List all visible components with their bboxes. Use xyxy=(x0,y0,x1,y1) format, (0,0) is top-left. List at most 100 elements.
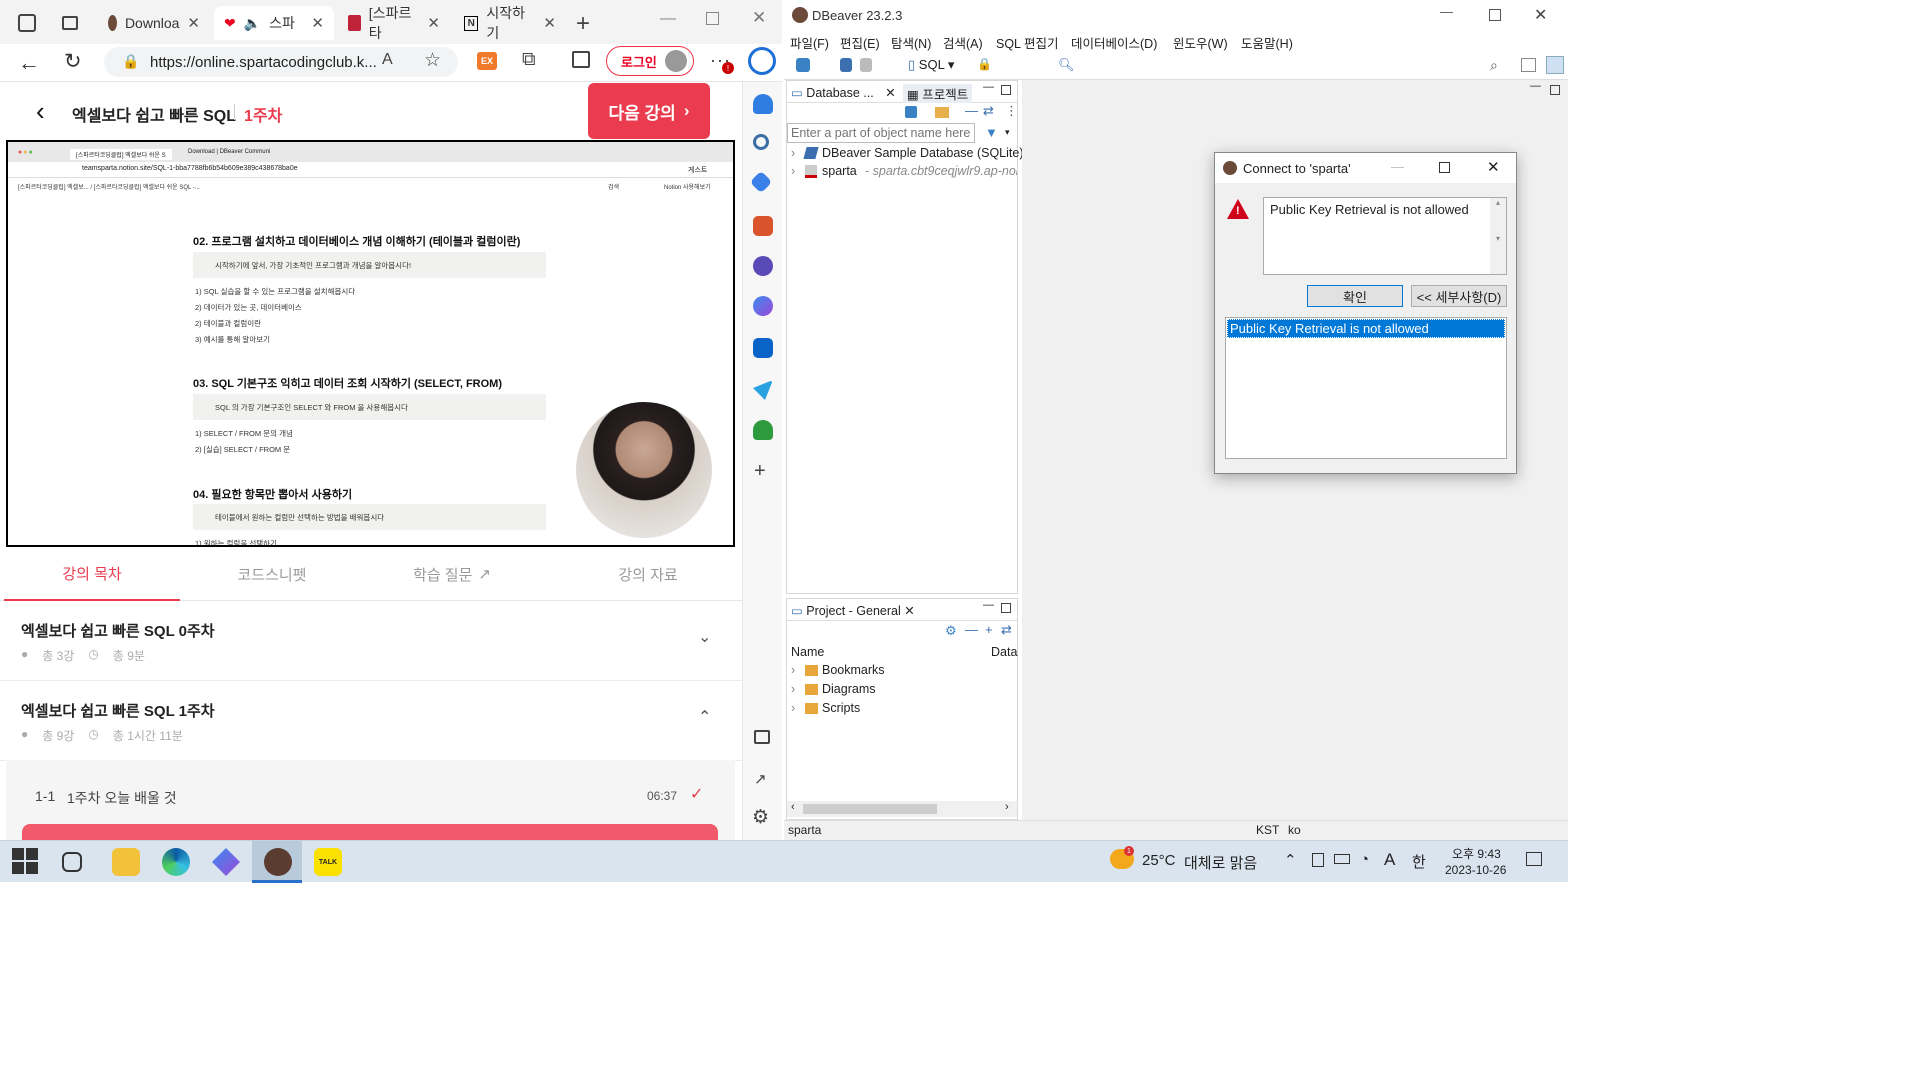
maximize-icon[interactable] xyxy=(1489,9,1501,21)
details-button[interactable]: << 세부사항(D) xyxy=(1411,285,1507,307)
chevron-up-icon[interactable]: ⌃ xyxy=(1284,851,1297,869)
expand-all-icon[interactable]: + xyxy=(985,622,993,637)
menu-help[interactable]: 도움말(H) xyxy=(1241,33,1293,52)
settings-gear-icon[interactable]: ⚙ xyxy=(945,623,957,639)
tab-code-snippets[interactable]: 코드스니펫 xyxy=(184,547,360,601)
start-windows-icon[interactable] xyxy=(12,848,38,874)
shopping-tag-icon[interactable] xyxy=(749,170,773,194)
ok-button[interactable]: 확인 xyxy=(1307,285,1403,307)
send-icon[interactable] xyxy=(753,380,773,400)
tab-materials[interactable]: 강의 자료 xyxy=(560,547,736,601)
message-scrollbar[interactable]: ▴ ▾ xyxy=(1490,198,1506,274)
connect-icon[interactable] xyxy=(840,58,852,72)
maximize-icon[interactable] xyxy=(1439,162,1450,173)
filter-dropdown-icon[interactable]: ▾ xyxy=(1005,127,1010,138)
tab-database-navigator[interactable]: ▭ Database ... ✕ xyxy=(791,85,896,100)
dbeaver-perspective-icon[interactable] xyxy=(1546,56,1564,74)
menu-edit[interactable]: 편집(E) xyxy=(840,33,880,52)
menu-file[interactable]: 파일(F) xyxy=(790,33,829,52)
tab-actions-icon[interactable] xyxy=(62,16,78,30)
toggle-item[interactable]: 2) 테이블과 컬럼이란 xyxy=(195,318,261,329)
tab-project-general[interactable]: ▭ Project - General ✕ xyxy=(791,603,915,618)
maximize-view-icon[interactable] xyxy=(1550,85,1560,95)
toggle-item[interactable]: 2) [실습] SELECT / FROM 문 xyxy=(195,444,290,455)
external-link-icon[interactable]: ↗ xyxy=(754,770,767,788)
menu-window[interactable]: 윈도우(W) xyxy=(1173,33,1228,52)
collapse-icon[interactable]: — xyxy=(965,622,978,637)
error-message-box[interactable]: Public Key Retrieval is not allowed ▴ ▾ xyxy=(1263,197,1507,275)
minimize-view-icon[interactable]: — xyxy=(983,599,994,611)
view-menu-icon[interactable]: ⋮ xyxy=(1005,103,1018,119)
bell-icon[interactable] xyxy=(753,94,773,114)
tab-questions[interactable]: 학습 질문 ↗ xyxy=(364,547,540,601)
link-icon[interactable]: ⇄ xyxy=(1001,622,1012,638)
url-field[interactable]: 🔒 https://online.spartacodingclub.k... A… xyxy=(104,47,458,77)
tab-notion-start[interactable]: N 시작하기 ✕ xyxy=(454,5,566,41)
settings-gear-icon[interactable]: ⚙ xyxy=(752,806,769,829)
horizontal-scrollbar[interactable]: ‹ › xyxy=(787,801,1017,817)
close-tab-icon[interactable]: ✕ xyxy=(885,86,895,100)
weather-text[interactable]: 대체로 맑음 xyxy=(1184,852,1257,873)
lesson-row[interactable]: 1-1 1주차 오늘 배울 것 06:37 ✓ xyxy=(6,760,735,840)
global-search-icon[interactable]: ⌕ xyxy=(1490,57,1498,74)
back-chevron-icon[interactable]: ‹ xyxy=(36,96,45,127)
outlook-icon[interactable] xyxy=(753,338,773,358)
week-1-section[interactable]: 엑셀보다 쉽고 빠른 SQL 1주차 ● 총 9강 ◷ 총 1시간 11분 ⌃ xyxy=(0,681,742,761)
sql-editor-button[interactable]: ▯ SQL ▾ xyxy=(908,57,954,73)
expand-icon[interactable]: › xyxy=(791,146,795,160)
close-dialog-icon[interactable]: ✕ xyxy=(1487,158,1500,176)
folder-icon[interactable] xyxy=(935,107,949,118)
ime-hangul[interactable]: 한 xyxy=(1412,851,1426,872)
copilot-icon[interactable] xyxy=(753,296,773,316)
new-connection-icon[interactable] xyxy=(796,58,810,72)
toggle-item[interactable]: 1) SELECT / FROM 문의 개념 xyxy=(195,428,293,439)
extensions-puzzle-icon[interactable]: ⧉ xyxy=(522,49,536,71)
scrollbar-thumb[interactable] xyxy=(803,804,937,814)
maximize-view-icon[interactable] xyxy=(1001,85,1011,95)
maximize-view-icon[interactable] xyxy=(1001,603,1011,613)
minimize-view-icon[interactable]: — xyxy=(983,81,994,93)
search-icon[interactable] xyxy=(753,134,769,150)
bing-copilot-icon[interactable] xyxy=(748,47,776,75)
close-tab-icon[interactable]: ✕ xyxy=(904,604,914,618)
tab-dbeaver-download[interactable]: Downloa ✕ xyxy=(98,6,210,40)
video-player[interactable]: ●●● [스파르타코딩클럽] 엑셀보다 쉬운 S Download | DBea… xyxy=(6,140,735,547)
next-lesson-bar[interactable] xyxy=(22,824,718,840)
games-icon[interactable] xyxy=(753,256,773,276)
tree-item-sparta[interactable]: › sparta - sparta.cbt9ceqjwlr9.ap-nor xyxy=(787,163,1017,181)
lock-icon[interactable]: 🔒 xyxy=(977,57,992,71)
task-view-icon[interactable] xyxy=(62,852,82,872)
tree-item-diagrams[interactable]: › Diagrams xyxy=(787,682,1017,700)
expand-icon[interactable]: › xyxy=(791,164,795,178)
minimize-view-icon[interactable]: — xyxy=(1530,80,1541,92)
close-window-icon[interactable]: ✕ xyxy=(1534,5,1547,25)
read-aloud-icon[interactable]: A xyxy=(382,51,393,69)
tree-icon[interactable] xyxy=(753,420,773,440)
file-explorer-icon[interactable] xyxy=(112,848,140,876)
weather-temp[interactable]: 25°C xyxy=(1142,852,1176,869)
audio-icon[interactable]: 🔈 xyxy=(244,15,261,32)
add-sidebar-icon[interactable]: + xyxy=(754,460,766,483)
maximize-icon[interactable] xyxy=(706,12,719,25)
minimize-icon[interactable]: — xyxy=(660,10,676,28)
toggle-item[interactable]: 1) 원하는 컬럼을 선택하기 xyxy=(195,538,277,545)
close-tab-icon[interactable]: ✕ xyxy=(311,14,324,32)
minimize-icon[interactable]: — xyxy=(1440,4,1453,19)
battery-icon[interactable] xyxy=(1334,854,1350,864)
column-data-header[interactable]: Data xyxy=(991,645,1017,659)
details-selected-line[interactable]: Public Key Retrieval is not allowed xyxy=(1227,319,1505,338)
disconnect-icon[interactable] xyxy=(860,58,872,72)
column-name-header[interactable]: Name xyxy=(791,645,824,659)
tab-projects[interactable]: ▦ 프로젝트 xyxy=(903,84,973,103)
menu-sql-editor[interactable]: SQL 편집기 xyxy=(996,33,1059,52)
menu-navigate[interactable]: 탐색(N) xyxy=(891,33,931,52)
toggle-item[interactable]: 3) 예시를 통해 알아보기 xyxy=(195,334,270,345)
error-details-list[interactable]: Public Key Retrieval is not allowed xyxy=(1225,317,1507,459)
extension-ex-icon[interactable]: EX xyxy=(477,52,497,70)
close-tab-icon[interactable]: ✕ xyxy=(187,14,200,32)
object-filter-input[interactable] xyxy=(787,123,975,143)
link-icon[interactable]: ⇄ xyxy=(983,103,994,119)
toggle-item[interactable]: 2) 데이터가 있는 곳, 데이터베이스 xyxy=(195,302,302,313)
tab-toc[interactable]: 강의 목차 xyxy=(4,547,180,601)
menu-search[interactable]: 검색(A) xyxy=(943,33,983,52)
